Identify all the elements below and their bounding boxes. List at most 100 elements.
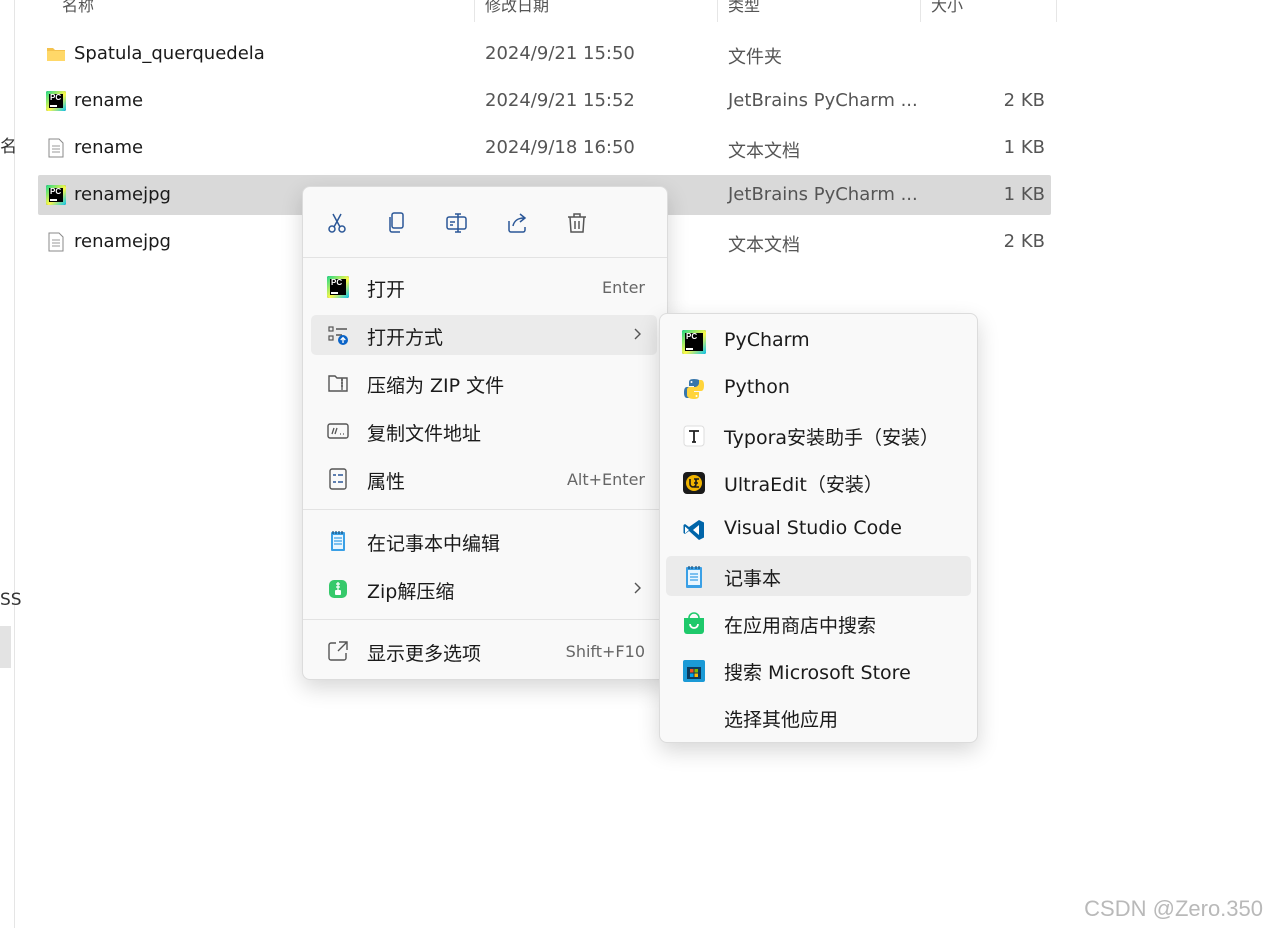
file-row[interactable]: rename 2024/9/18 16:50 文本文档 1 KB [38, 128, 1051, 168]
menu-item-show-more-options[interactable]: 显示更多选项 Shift+F10 [311, 631, 657, 671]
delete-icon [568, 213, 586, 233]
menu-item-shortcut: Enter [602, 278, 645, 297]
nav-pane-text-fragment: 名 [0, 137, 17, 157]
column-divider[interactable] [717, 0, 718, 22]
store-search-icon [684, 612, 704, 634]
submenu-item-label: Visual Studio Code [724, 517, 902, 539]
copy-path-icon [327, 423, 349, 439]
open-with-notepad[interactable]: 记事本 [666, 556, 971, 596]
file-row-folder[interactable]: Spatula_querquedela 2024/9/21 15:50 文件夹 [38, 34, 1051, 74]
ultraedit-icon [683, 472, 705, 494]
file-name: rename [74, 90, 144, 111]
file-name: renamejpg [74, 231, 171, 252]
menu-item-compress-zip[interactable]: 压缩为 ZIP 文件 [311, 363, 657, 403]
file-name: renamejpg [74, 184, 171, 205]
menu-item-copy-path[interactable]: 复制文件地址 [311, 411, 657, 451]
file-date: 2024/9/18 16:50 [485, 137, 635, 158]
copy-icon [389, 212, 404, 233]
typora-icon [683, 425, 705, 447]
open-with-microsoft-store[interactable]: 搜索 Microsoft Store [666, 650, 971, 690]
microsoft-store-icon [683, 660, 705, 682]
open-with-ultraedit[interactable]: UltraEdit（安装） [666, 462, 971, 502]
menu-item-label: Zip解压缩 [367, 581, 455, 603]
menu-divider [303, 257, 667, 258]
python-icon [684, 379, 704, 399]
pycharm-file-icon: PC [46, 91, 66, 111]
cut-button[interactable] [319, 207, 355, 239]
submenu-item-label: 在应用商店中搜索 [724, 615, 877, 637]
column-divider[interactable] [1056, 0, 1057, 22]
chevron-right-icon [634, 582, 641, 594]
share-icon [508, 213, 527, 233]
submenu-item-label: Python [724, 376, 790, 398]
menu-item-shortcut: Alt+Enter [566, 470, 645, 489]
menu-item-edit-in-notepad[interactable]: 在记事本中编辑 [311, 521, 657, 561]
menu-divider [303, 509, 667, 510]
notepad-icon [331, 531, 345, 551]
pycharm-file-icon: PC [46, 185, 66, 205]
open-with-python[interactable]: Python [666, 368, 971, 408]
submenu-item-label: 选择其他应用 [724, 709, 839, 731]
vscode-icon [683, 520, 704, 540]
open-with-submenu: PC PyCharm Python Typora安装助手（安装） UltraEd… [659, 313, 978, 743]
delete-button[interactable] [559, 207, 595, 239]
text-file-icon [48, 232, 64, 252]
file-date: 2024/9/21 15:52 [485, 90, 635, 111]
menu-item-label: 打开方式 [367, 327, 444, 349]
file-size: 1 KB [1003, 184, 1045, 205]
open-with-choose-other-app[interactable]: 选择其他应用 [666, 697, 971, 737]
pycharm-icon: PC [682, 330, 706, 354]
column-divider[interactable] [474, 0, 475, 22]
column-header-size[interactable]: 大小 [931, 0, 963, 16]
column-header-name[interactable]: 名称 [62, 0, 94, 16]
file-type: 文本文档 [728, 235, 800, 256]
menu-item-label: 压缩为 ZIP 文件 [367, 375, 505, 397]
context-menu: PC 打开 Enter 打开方式 压缩为 ZIP 文件 复制文件地址 属性 Al… [302, 186, 668, 680]
open-with-store-search[interactable]: 在应用商店中搜索 [666, 603, 971, 643]
submenu-item-label: 搜索 Microsoft Store [724, 662, 911, 684]
file-type: 文件夹 [728, 47, 782, 68]
folder-icon [47, 48, 65, 61]
submenu-item-label: PyCharm [724, 329, 810, 351]
menu-item-zip-extract[interactable]: Zip解压缩 [311, 569, 657, 609]
menu-divider [303, 619, 667, 620]
open-with-pycharm[interactable]: PC PyCharm [666, 321, 971, 361]
properties-icon [329, 468, 347, 490]
file-size: 2 KB [1003, 90, 1045, 111]
watermark: CSDN @Zero.350 [1084, 896, 1263, 921]
submenu-item-label: UltraEdit（安装） [724, 474, 883, 496]
menu-item-label: 显示更多选项 [367, 643, 482, 665]
rename-icon [446, 213, 467, 233]
file-type: JetBrains PyCharm ... [728, 184, 918, 205]
file-size: 2 KB [1003, 231, 1045, 252]
more-options-icon [328, 641, 348, 661]
share-button[interactable] [499, 207, 535, 239]
file-date: 2024/9/21 15:50 [485, 43, 635, 64]
cut-icon [328, 213, 346, 233]
menu-item-label: 打开 [367, 279, 406, 301]
file-type: JetBrains PyCharm ... [728, 90, 918, 111]
zip-folder-icon [328, 375, 348, 392]
file-size: 1 KB [1003, 137, 1045, 158]
open-with-vscode[interactable]: Visual Studio Code [666, 509, 971, 549]
notepad-icon [686, 566, 702, 588]
text-file-icon [48, 138, 64, 158]
nav-pane-text-fragment: SS [0, 590, 22, 610]
open-with-icon [328, 326, 348, 345]
menu-item-properties[interactable]: 属性 Alt+Enter [311, 459, 657, 499]
file-row[interactable]: PC rename 2024/9/21 15:52 JetBrains PyCh… [38, 81, 1051, 121]
copy-button[interactable] [379, 207, 415, 239]
column-divider[interactable] [920, 0, 921, 22]
file-name: Spatula_querquedela [74, 43, 265, 64]
chevron-right-icon [634, 328, 641, 340]
file-name: rename [74, 137, 144, 158]
column-header-date[interactable]: 修改日期 [485, 0, 549, 16]
nav-pane-selected-item[interactable] [0, 626, 11, 668]
column-header-type[interactable]: 类型 [728, 0, 760, 16]
menu-item-open-with[interactable]: 打开方式 [311, 315, 657, 355]
menu-item-label: 在记事本中编辑 [367, 533, 501, 555]
zip-extract-icon [329, 580, 347, 598]
rename-button[interactable] [439, 207, 475, 239]
menu-item-open[interactable]: PC 打开 Enter [311, 267, 657, 307]
open-with-typora[interactable]: Typora安装助手（安装） [666, 415, 971, 455]
